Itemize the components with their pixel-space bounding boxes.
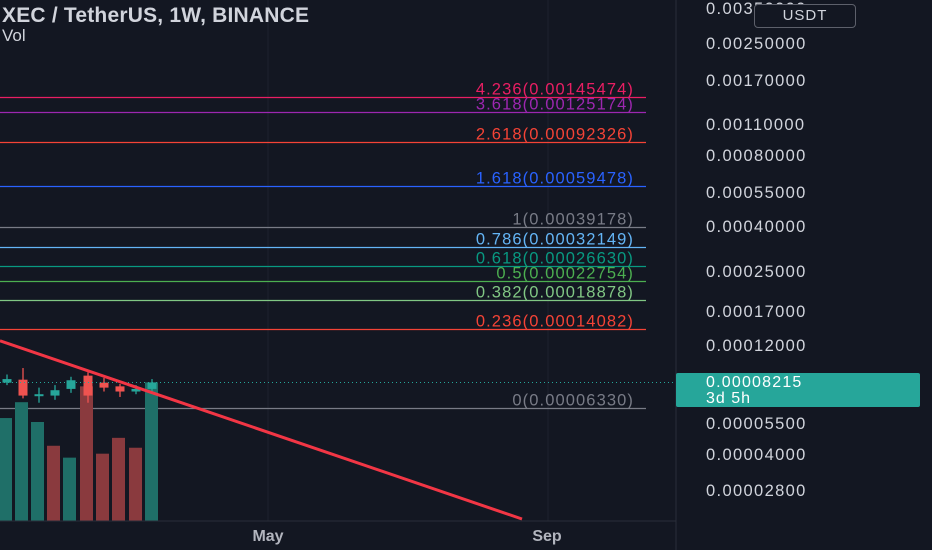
fib-level-label: 0(0.00006330) [512, 392, 634, 410]
currency-badge[interactable]: USDT [754, 4, 856, 28]
chart-canvas[interactable]: 4.236(0.00145474)3.618(0.00125174)2.618(… [0, 0, 932, 550]
volume-bar [15, 402, 28, 521]
volume-bar [63, 457, 76, 521]
price-axis-label: 0.00250000 [706, 35, 807, 53]
candle-body [83, 375, 93, 396]
fib-level-label: 1.618(0.00059478) [476, 170, 634, 188]
price-axis-label: 0.00002800 [706, 482, 807, 500]
candle-body [18, 379, 28, 396]
volume-bar [80, 386, 93, 521]
fib-level-label: 0.786(0.00032149) [476, 231, 634, 249]
price-axis-label: 0.00080000 [706, 147, 807, 165]
volume-bar [31, 422, 44, 521]
price-axis-label: 0.00170000 [706, 72, 807, 90]
candle-body [99, 382, 109, 388]
candle-body [147, 382, 157, 389]
candle-body [2, 379, 12, 383]
volume-bar [112, 437, 125, 521]
candle-body [115, 386, 125, 392]
price-axis-label: 0.00017000 [706, 303, 807, 321]
fib-level-label: 0.236(0.00014082) [476, 313, 634, 331]
fib-level-label: 0.382(0.00018878) [476, 284, 634, 302]
candle-body [34, 394, 44, 397]
volume-bar [47, 445, 60, 521]
volume-bar [0, 418, 12, 521]
volume-bar [129, 447, 142, 521]
time-axis-label: Sep [532, 528, 562, 545]
volume-bar [145, 382, 158, 521]
price-axis-label: 0.00012000 [706, 337, 807, 355]
candle-body [66, 380, 76, 389]
price-axis-label: 0.00025000 [706, 263, 807, 281]
fib-level-label: 0.5(0.00022754) [496, 265, 634, 283]
price-axis-label: 0.00040000 [706, 218, 807, 236]
bar-countdown: 3d 5h [706, 390, 752, 407]
last-price-tag: 0.00008215 3d 5h [676, 373, 920, 407]
volume-indicator-label[interactable]: Vol [2, 26, 26, 46]
candle-body [50, 390, 60, 396]
fib-level-label: 1(0.00039178) [512, 211, 634, 229]
time-axis-label: May [252, 528, 283, 545]
price-axis-label: 0.00110000 [706, 116, 805, 134]
price-axis-label: 0.00005500 [706, 415, 807, 433]
price-axis-label: 0.00055000 [706, 184, 807, 202]
volume-bar [96, 453, 109, 521]
price-axis-label: 0.00004000 [706, 446, 807, 464]
fib-level-label: 2.618(0.00092326) [476, 126, 634, 144]
fib-level-label: 3.618(0.00125174) [476, 96, 634, 114]
symbol-title[interactable]: XEC / TetherUS, 1W, BINANCE [2, 4, 309, 28]
